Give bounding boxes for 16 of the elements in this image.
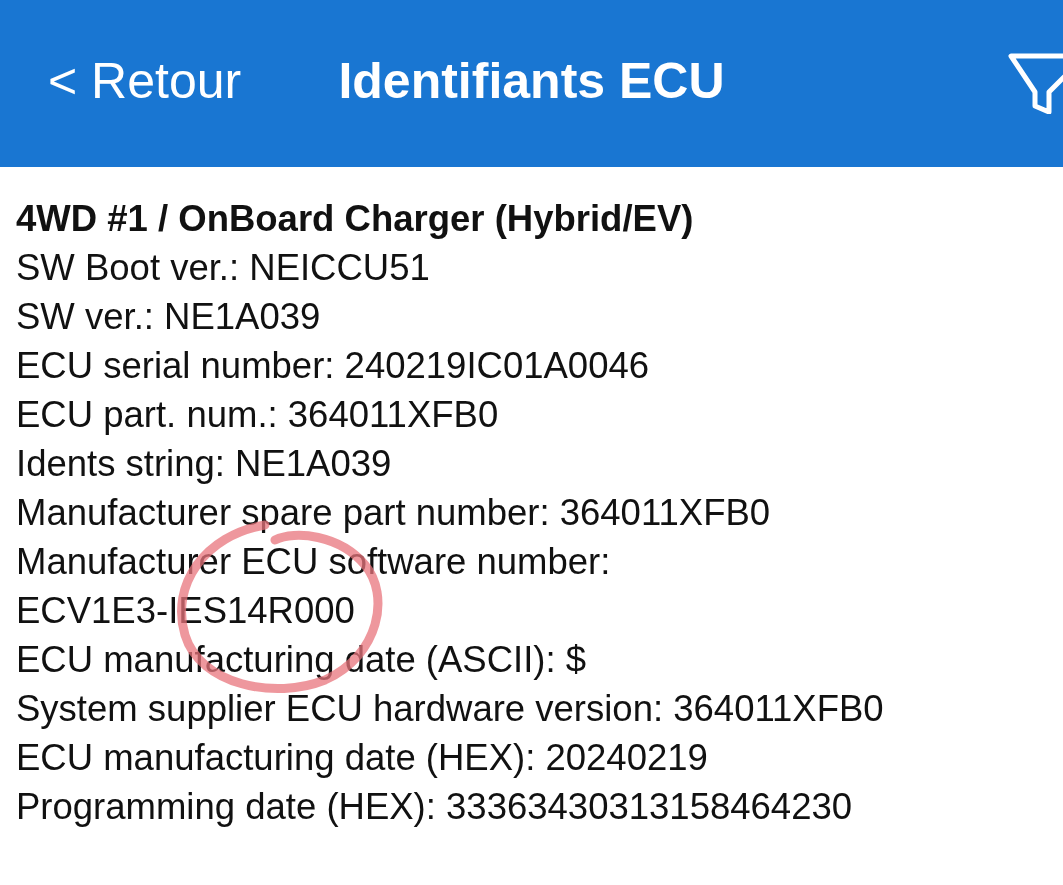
filter-icon[interactable] xyxy=(1005,52,1063,114)
back-link[interactable]: < Retour xyxy=(48,51,242,116)
ecu-info-line: ECV1E3-IES14R000 xyxy=(16,589,356,633)
ecu-info-line: SW ver.: NE1A039 xyxy=(16,295,322,339)
ecu-info-line: SW Boot ver.: NEICCU51 xyxy=(16,246,431,290)
ecu-info-line: ECU manufacturing date (ASCII): $ xyxy=(16,638,588,682)
ecu-name: 4WD #1 / OnBoard Charger (Hybrid/EV) xyxy=(16,197,695,241)
ecu-info-line: System supplier ECU hardware version: 364011XFB0 xyxy=(16,687,885,731)
ecu-info-line: ECU serial number: 240219IC01A0046 xyxy=(16,344,651,388)
ecu-info-line: Idents string: NE1A039 xyxy=(16,442,393,486)
ecu-info-line: Manufacturer spare part number: 364011XFB0 xyxy=(16,491,772,535)
ecu-info-line: Manufacturer ECU software number: xyxy=(16,540,612,584)
ecu-info-line: Programming date (HEX): 33363430313158464230 xyxy=(16,785,854,829)
ecu-info-line: ECU manufacturing date (HEX): 20240219 xyxy=(16,736,709,780)
screen-title: Identifiants ECU xyxy=(338,51,725,111)
ecu-info-line: ECU part. num.: 364011XFB0 xyxy=(16,393,500,437)
